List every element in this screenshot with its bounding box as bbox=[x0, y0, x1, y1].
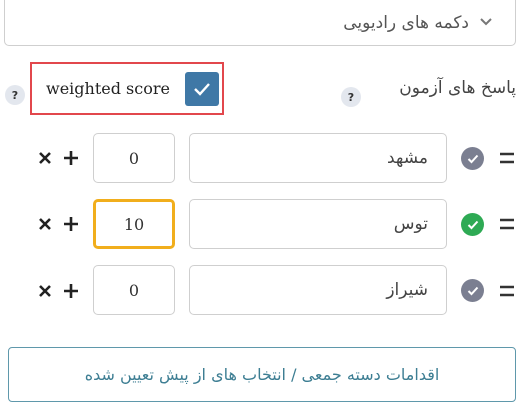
drag-handle-icon[interactable] bbox=[499, 284, 515, 298]
add-option-icon[interactable] bbox=[63, 150, 79, 166]
check-icon bbox=[467, 286, 478, 295]
delete-option-icon[interactable] bbox=[37, 150, 53, 166]
question-type-dropdown[interactable]: دکمه های رادیویی bbox=[4, 0, 516, 46]
option-score-input[interactable]: 10 bbox=[93, 199, 175, 249]
check-icon bbox=[467, 154, 478, 163]
bulk-actions-button[interactable]: اقدامات دسته جمعی / انتخاب های از پیش تع… bbox=[8, 347, 516, 402]
option-text-input[interactable]: توس bbox=[189, 199, 447, 249]
option-score-input[interactable]: 0 bbox=[93, 265, 175, 315]
delete-option-icon[interactable] bbox=[37, 283, 53, 299]
bulk-actions-label: اقدامات دسته جمعی / انتخاب های از پیش تع… bbox=[84, 365, 440, 384]
weighted-help-icon[interactable]: ? bbox=[5, 85, 25, 105]
check-icon bbox=[194, 82, 210, 96]
answers-label: پاسخ های آزمون bbox=[399, 78, 516, 98]
option-correct-radio[interactable] bbox=[461, 279, 484, 302]
option-score-input[interactable]: 0 bbox=[93, 133, 175, 183]
answers-help-icon[interactable]: ? bbox=[341, 87, 361, 107]
weighted-score-checkbox[interactable] bbox=[184, 71, 219, 106]
chevron-down-icon bbox=[480, 18, 492, 26]
add-option-icon[interactable] bbox=[63, 283, 79, 299]
check-icon bbox=[467, 220, 478, 229]
option-text-input[interactable]: مشهد bbox=[189, 133, 447, 183]
drag-handle-icon[interactable] bbox=[499, 217, 515, 231]
option-correct-radio[interactable] bbox=[461, 147, 484, 170]
option-correct-radio[interactable] bbox=[461, 213, 484, 236]
weighted-score-label: weighted score bbox=[46, 79, 170, 98]
option-text-input[interactable]: شیراز bbox=[189, 265, 447, 315]
delete-option-icon[interactable] bbox=[37, 216, 53, 232]
question-type-value: دکمه های رادیویی bbox=[343, 13, 469, 33]
drag-handle-icon[interactable] bbox=[499, 151, 515, 165]
weighted-score-toggle[interactable]: weighted score bbox=[30, 62, 224, 115]
add-option-icon[interactable] bbox=[63, 216, 79, 232]
